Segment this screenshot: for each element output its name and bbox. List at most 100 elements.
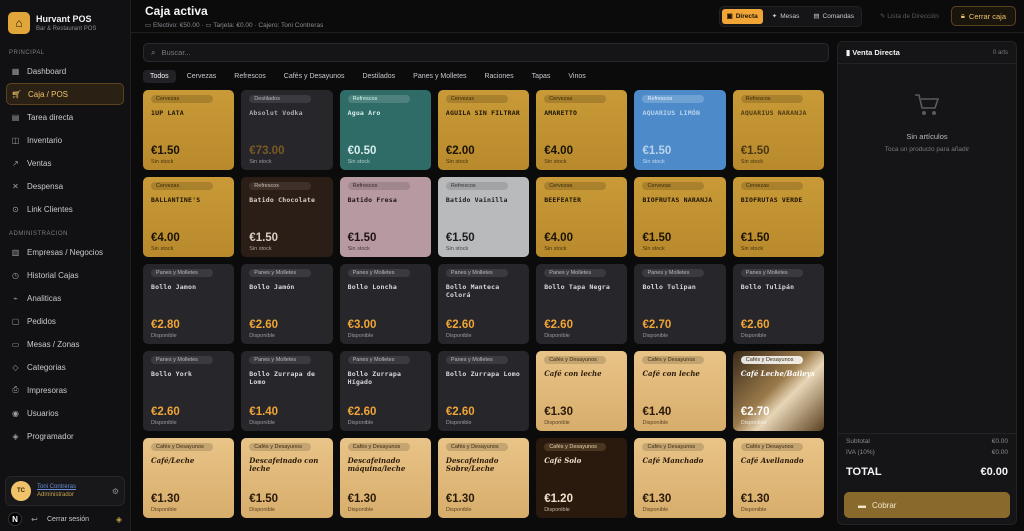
sidebar-item-label: Link Clientes [27, 204, 73, 214]
sidebar-item-tarea-directa[interactable]: ▤ Tarea directa [6, 106, 124, 128]
search-bar[interactable]: ⌕ [143, 43, 829, 62]
product-card[interactable]: Cafés y Desayunos Café Avellanado €1.30 Dis… [732, 438, 825, 518]
product-card[interactable]: Cervezas BIOFRUTAS NARANJA €1.50 Sin stock [634, 177, 726, 257]
product-card[interactable]: Refrescos Batido Chocolate €1.50 Sin stock [241, 177, 333, 257]
product-status: Disponible [249, 420, 275, 426]
product-card[interactable]: Panes y Molletes Bollo Tulipán €2.60 Dispon… [732, 264, 825, 344]
product-card[interactable]: Cervezas AGUILA SIN FILTRAR €2.00 Sin stock [437, 90, 530, 170]
sidebar-item-inventario[interactable]: ◫ Inventario [6, 129, 124, 151]
logout-button[interactable]: N ↩ Cerrar sesión ◈ [8, 510, 122, 528]
product-card[interactable]: Panes y Molletes Bollo Zurrapa de Lomo €1.… [241, 351, 333, 431]
product-card[interactable]: Cafés y Desayunos Café Leche/Baileys €2.70… [732, 351, 825, 431]
cobrar-button[interactable]: ▬ Cobrar [844, 492, 1010, 518]
sidebar-item-label: Programador [27, 431, 74, 441]
product-card[interactable]: Panes y Molletes Bollo Manteca Colorá €2.6… [437, 264, 530, 344]
sidebar-item-pedidos[interactable]: ▢ Pedidos [6, 310, 124, 332]
sidebar-item-mesas-zonas[interactable]: ▭ Mesas / Zonas [6, 333, 124, 355]
product-card[interactable]: Cervezas BIOFRUTAS VERDE €1.50 Sin stock [732, 177, 825, 257]
product-card[interactable]: Panes y Molletes Bollo Tulipan €2.70 Dispon… [634, 264, 726, 344]
product-card[interactable]: Panes y Molletes Bollo Loncha €3.00 Disponi… [339, 264, 431, 344]
product-category-tag: Panes y Molletes [544, 269, 607, 277]
mode-comandas-button[interactable]: ▤ Comandas [808, 9, 859, 24]
tab-7[interactable]: Tapas [525, 70, 558, 83]
sidebar-item-caja-pos[interactable]: 🛒︎ Caja / POS [6, 83, 124, 105]
product-card[interactable]: Cervezas BALLANTINE'S €4.00 Sin stock [143, 177, 235, 257]
sidebar-item-usuarios[interactable]: ◉ Usuarios [6, 402, 124, 424]
sidebar-item-despensa[interactable]: ✕ Despensa [6, 175, 124, 197]
tab-4[interactable]: Destilados [355, 70, 402, 83]
avatar: TC [11, 481, 31, 501]
search-input[interactable] [161, 48, 762, 57]
product-name: AMARETTO [544, 109, 578, 117]
product-card[interactable]: Refrescos Batido Fresa €1.50 Sin stock [339, 177, 431, 257]
product-card[interactable]: Cafés y Desayunos Café/Leche €1.30 Disponib… [143, 438, 235, 518]
product-card[interactable]: Cafés y Desayunos Descafeinado con leche €… [241, 438, 333, 518]
product-status: Disponible [445, 507, 472, 513]
tab-8[interactable]: Vinos [561, 70, 592, 83]
product-price: €2.60 [544, 319, 573, 331]
product-name: Café/Leche [151, 456, 195, 465]
mode-label: Comandas [822, 12, 854, 20]
product-card[interactable]: Panes y Molletes Bollo Jamon €2.80 Disponib… [143, 264, 235, 344]
product-name: Batido Chocolate [249, 196, 316, 204]
product-card[interactable]: Cervezas AMARETTO €4.00 Sin stock [536, 90, 628, 170]
product-name: Café Avellanado [740, 456, 804, 465]
sidebar-item-programador[interactable]: ◈ Programador [6, 425, 124, 447]
analytics-icon: ⌁ [13, 293, 18, 303]
product-card[interactable]: Cafés y Desayunos Café Manchado €1.30 Dispo… [634, 438, 726, 518]
product-card[interactable]: Cafés y Desayunos Descafeinado Sobre/Lech… [437, 438, 530, 518]
sidebar-item-analiticas[interactable]: ⌁ Analiticas [6, 287, 124, 309]
sidebar-item-label: Mesas / Zonas [27, 339, 80, 349]
sidebar-item-categorias[interactable]: ◇ Categorias [6, 356, 124, 378]
product-card[interactable]: Cervezas BEEFEATER €4.00 Sin stock [536, 177, 628, 257]
sidebar-item-impresoras[interactable]: ⎙ Impresoras [6, 379, 124, 401]
product-card[interactable]: Panes y Molletes Bollo Tapa Negra €2.60 Dis… [536, 264, 628, 344]
sidebar-item-dashboard[interactable]: ▦ Dashboard [6, 60, 124, 82]
product-card[interactable]: Refrescos Agua Aro €0.50 Sin stock [339, 90, 431, 170]
tab-2[interactable]: Refrescos [227, 70, 273, 83]
product-card[interactable]: Cafés y Desayunos Descafeinado máquina/le… [339, 438, 431, 518]
box-icon: ◫ [11, 135, 20, 145]
product-category-tag: Cervezas [151, 182, 213, 190]
mode-mesas-button[interactable]: ✦ Mesas [767, 9, 805, 24]
product-card[interactable]: Panes y Molletes Bollo Jamón €2.60 Disponib… [241, 264, 333, 344]
tab-1[interactable]: Cervezas [180, 70, 224, 83]
ghost-link[interactable]: ✎ Lista de Dirección [880, 12, 939, 20]
settings-icon[interactable]: ⚙ [112, 487, 119, 496]
product-card[interactable]: Refrescos AQUARIUS NARANJA €1.50 Sin stock [732, 90, 825, 170]
tab-3[interactable]: Cafés y Desayunos [277, 70, 352, 83]
sidebar-item-link-clientes[interactable]: ⊙ Link Clientes [6, 198, 124, 220]
product-card[interactable]: Cafés y Desayunos Café con leche €1.30 Disp… [536, 351, 628, 431]
tab-0[interactable]: Todos [143, 69, 176, 83]
subtotal-value: €0.00 [991, 438, 1008, 445]
product-card[interactable]: Cafés y Desayunos Café con leche €1.40 Disp… [634, 351, 726, 431]
product-card[interactable]: Destilados Absolut Vodka €73.00 Sin stock [241, 90, 333, 170]
sidebar-item-ventas[interactable]: ↗ Ventas [6, 152, 124, 174]
product-card[interactable]: Panes y Molletes Bollo Zurrapa Lomo €2.60 D… [437, 351, 530, 431]
product-name: BALLANTINE'S [151, 196, 201, 204]
product-card[interactable]: Panes y Molletes Bollo York €2.60 Disponibl… [143, 351, 235, 431]
product-status: Disponible [544, 333, 570, 339]
product-category-tag: Panes y Molletes [445, 356, 508, 364]
product-price: €4.00 [544, 232, 573, 244]
product-price: €2.60 [151, 406, 180, 418]
tab-6[interactable]: Raciones [477, 70, 520, 83]
product-price: €1.30 [347, 493, 377, 505]
product-card[interactable]: Refrescos Batido Vainilla €1.50 Sin stock [437, 177, 530, 257]
subtotal-row: Subtotal €0.00 [846, 438, 1008, 445]
mode-directa-button[interactable]: ▣ Directa [721, 8, 763, 24]
cobrar-label: Cobrar [872, 500, 897, 510]
user-name[interactable]: Toni Contreras [37, 484, 76, 490]
product-card[interactable]: Refrescos AQUARIUS LIMÓN €1.50 Sin stock [634, 90, 726, 170]
mode-switcher: ▣ Directa ✦ Mesas ▤ Comandas [718, 5, 862, 27]
tab-5[interactable]: Panes y Molletes [406, 70, 473, 83]
shield-icon: ◈ [12, 431, 19, 441]
product-card[interactable]: Cafés y Desayunos Café Solo €1.20 Disponibl… [536, 438, 628, 518]
sidebar-item-empresas-negocios[interactable]: ▥ Empresas / Negocios [6, 241, 124, 263]
product-card[interactable]: Cervezas 1UP LATA €1.50 Sin stock [143, 90, 235, 170]
sidebar-item-historial-cajas[interactable]: ◷ Historial Cajas [6, 264, 124, 286]
product-name: Café Manchado [642, 456, 704, 465]
user-card[interactable]: TC Toni Contreras Administrador ⚙ [5, 476, 125, 506]
close-register-button[interactable]: 🔒︎ Cerrar caja [950, 6, 1016, 26]
product-card[interactable]: Panes y Molletes Bollo Zurrapa Hígado €2.6… [339, 351, 431, 431]
